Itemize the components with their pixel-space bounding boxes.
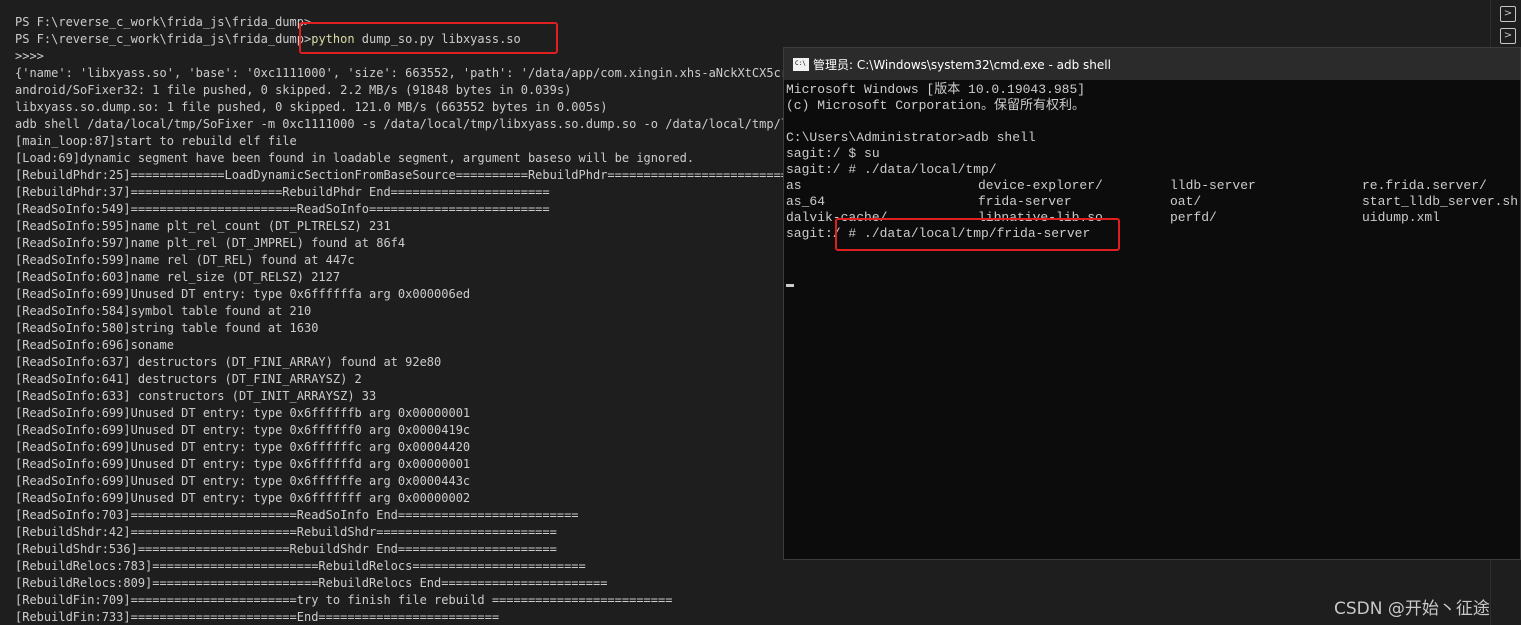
cmd-line: Microsoft Windows [版本 10.0.19043.985] [786, 82, 1086, 97]
terminal-line: [ReadSoInfo:633] constructors (DT_INIT_A… [15, 389, 377, 403]
ls-entry: start_lldb_server.sh [1362, 194, 1519, 209]
frida-server-highlight-box [835, 218, 1120, 251]
command-highlight-box [299, 22, 558, 54]
terminal-line: android/SoFixer32: 1 file pushed, 0 skip… [15, 83, 572, 97]
terminal-line: [ReadSoInfo:597]name plt_rel (DT_JMPREL)… [15, 236, 406, 250]
terminal-line: [RebuildShdr:42]=======================R… [15, 525, 557, 539]
ls-entry: perfd/ [1170, 210, 1217, 225]
terminal-line: {'name': 'libxyass.so', 'base': '0xc1111… [15, 66, 810, 80]
terminal-line: [RebuildShdr:536]=====================Re… [15, 542, 557, 556]
terminal-line: adb shell /data/local/tmp/SoFixer -m 0xc… [15, 117, 810, 131]
ls-entry: device-explorer/ [978, 178, 1103, 193]
terminal-line: [ReadSoInfo:699]Unused DT entry: type 0x… [15, 440, 471, 454]
terminal-line: [Load:69]dynamic segment have been found… [15, 151, 695, 165]
terminal-line: [ReadSoInfo:699]Unused DT entry: type 0x… [15, 457, 471, 471]
cmd-icon: C:\ [793, 58, 809, 71]
text-cursor [786, 284, 794, 287]
cmd-window[interactable]: C:\ 管理员: C:\Windows\system32\cmd.exe - a… [783, 47, 1521, 560]
terminal-line: [RebuildRelocs:809]=====================… [15, 576, 608, 590]
terminal-line: [ReadSoInfo:699]Unused DT entry: type 0x… [15, 491, 471, 505]
ls-entry: frida-server [978, 194, 1072, 209]
terminal-output: PS F:\reverse_c_work\frida_js\frida_dump… [15, 14, 810, 625]
cmd-line: sagit:/ # ./data/local/tmp/ [786, 162, 997, 177]
terminal-line: [RebuildPhdr:25]=============LoadDynamic… [15, 168, 789, 182]
terminal-icon[interactable]: > [1500, 6, 1516, 22]
terminal-line: [RebuildFin:709]=======================t… [15, 593, 673, 607]
terminal-line: [ReadSoInfo:699]Unused DT entry: type 0x… [15, 287, 471, 301]
ls-entry: as_64 [786, 194, 826, 209]
csdn-watermark: CSDN @开始丶征途 [1334, 599, 1490, 619]
terminal-line: libxyass.so.dump.so: 1 file pushed, 0 sk… [15, 100, 608, 114]
ls-entry: as [786, 178, 802, 193]
terminal-line: [ReadSoInfo:584]symbol table found at 21… [15, 304, 312, 318]
terminal-line: [RebuildFin:733]=======================E… [15, 610, 500, 624]
terminal-line: [ReadSoInfo:641] destructors (DT_FINI_AR… [15, 372, 362, 386]
terminal-line: [ReadSoInfo:637] destructors (DT_FINI_AR… [15, 355, 442, 369]
terminal-line: [ReadSoInfo:599]name rel (DT_REL) found … [15, 253, 355, 267]
terminal-line: [ReadSoInfo:595]name plt_rel_count (DT_P… [15, 219, 391, 233]
ls-row: as device-explorer/lldb-server re.frida.se… [786, 178, 1487, 194]
ls-entry: uidump.xml [1362, 210, 1441, 225]
cmd-line: (c) Microsoft Corporation。保留所有权利。 [786, 98, 1086, 113]
terminal-line: [ReadSoInfo:699]Unused DT entry: type 0x… [15, 423, 471, 437]
ls-row: as_64 frida-server oat/start_lldb_server.s… [786, 194, 1518, 210]
cmd-titlebar[interactable]: C:\ 管理员: C:\Windows\system32\cmd.exe - a… [784, 48, 1520, 80]
cmd-line [786, 114, 1090, 130]
terminal-line: [ReadSoInfo:699]Unused DT entry: type 0x… [15, 406, 471, 420]
ls-entry: lldb-server [1170, 178, 1256, 193]
ls-entry: re.frida.server/ [1362, 178, 1487, 193]
terminal-line: [main_loop:87]start to rebuild elf file [15, 134, 297, 148]
terminal-line: [ReadSoInfo:580]string table found at 16… [15, 321, 319, 335]
cmd-window-title: 管理员: C:\Windows\system32\cmd.exe - adb s… [813, 58, 1111, 72]
terminal-line: [ReadSoInfo:699]Unused DT entry: type 0x… [15, 474, 471, 488]
terminal-icon[interactable]: > [1500, 28, 1516, 44]
cmd-line: C:\Users\Administrator>adb shell [786, 130, 1036, 145]
terminal-line: [ReadSoInfo:549]=======================R… [15, 202, 550, 216]
terminal-line: [ReadSoInfo:703]=======================R… [15, 508, 579, 522]
cmd-console[interactable]: Microsoft Windows [版本 10.0.19043.985] (c)… [784, 80, 1520, 559]
cmd-line: sagit:/ $ su [786, 146, 880, 161]
terminal-line: [RebuildPhdr:37]=====================Reb… [15, 185, 550, 199]
terminal-line: [RebuildRelocs:783]=====================… [15, 559, 586, 573]
terminal-line: [ReadSoInfo:696]soname [15, 338, 174, 352]
ls-entry: oat/ [1170, 194, 1202, 209]
terminal-line: [ReadSoInfo:603]name rel_size (DT_RELSZ)… [15, 270, 341, 284]
